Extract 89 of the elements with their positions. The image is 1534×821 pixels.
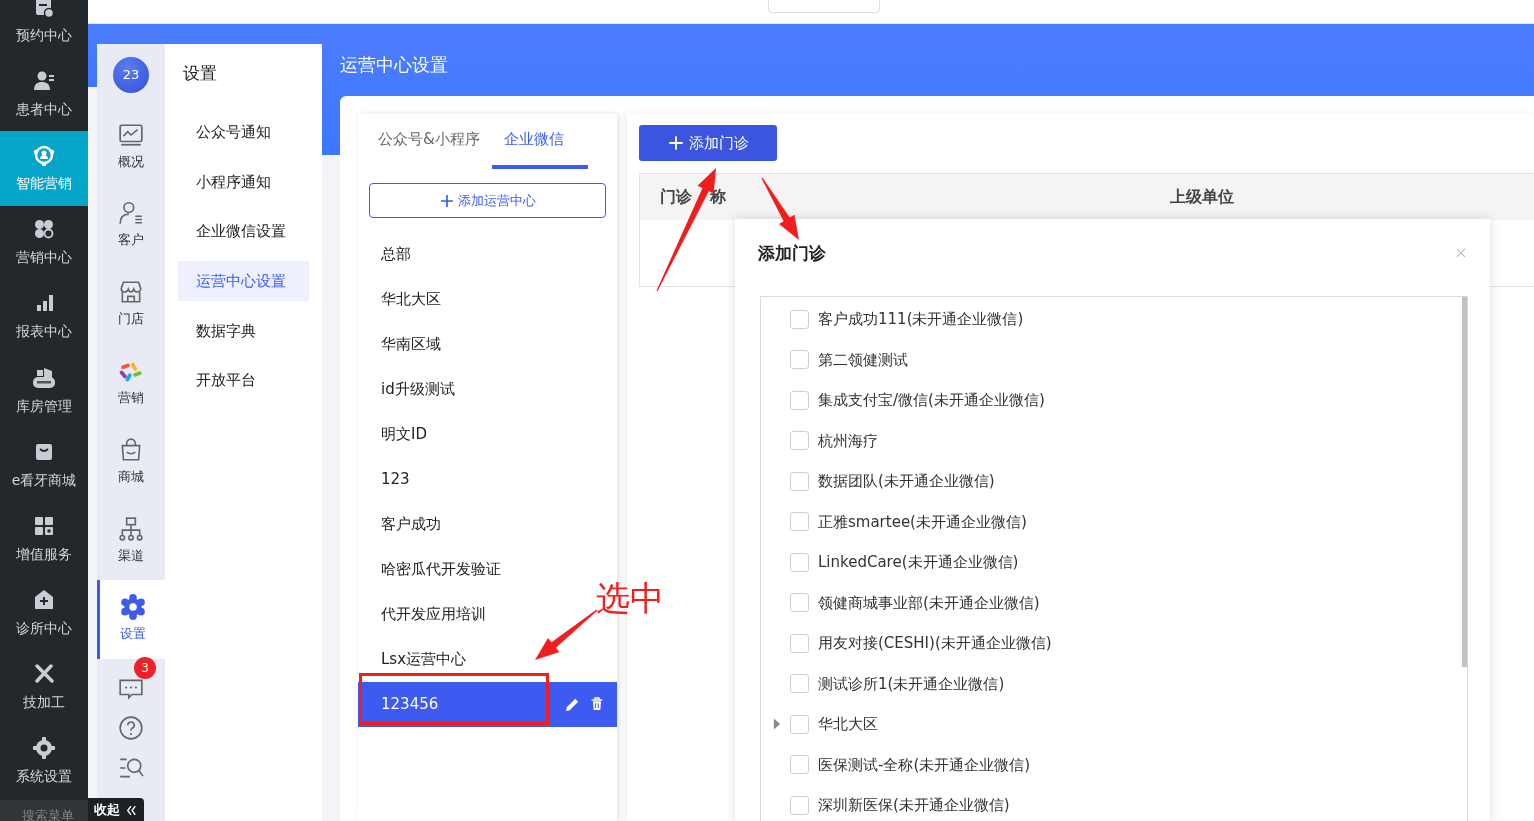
list-item[interactable]: 明文ID [358, 419, 617, 450]
list-item[interactable]: 123 [358, 464, 617, 495]
menu-title: 设置 [182, 62, 218, 85]
tab[interactable]: 企业微信 [491, 114, 588, 169]
checkbox[interactable] [790, 309, 809, 329]
expand-arrow-icon[interactable] [771, 718, 781, 731]
checkbox[interactable] [790, 755, 809, 775]
nav-item[interactable]: 库房管理 [0, 353, 88, 429]
plus-icon [439, 192, 455, 209]
checkbox-label: 医保测试-全称(未开通企业微信) [818, 754, 1031, 776]
sidebar-item[interactable]: 设置 [97, 579, 165, 659]
list-item[interactable]: 客户成功 [358, 509, 617, 540]
tab[interactable]: 公众号&小程序 [378, 114, 492, 169]
checkbox-label: 测试诊所1(未开通企业微信) [818, 673, 1005, 695]
collapse-button[interactable]: 收起 [88, 798, 144, 821]
checkbox-label: LinkedCare(未开通企业微信) [818, 552, 1019, 573]
plus-icon [667, 134, 685, 152]
column-header: 称 [709, 186, 726, 208]
gear-icon [119, 594, 146, 621]
nav-item[interactable]: 技加工 [0, 650, 88, 725]
dialog-title: 添加门诊 [758, 242, 826, 265]
menu-item[interactable]: 运营中心设置 [178, 261, 309, 302]
search-field[interactable]: 搜索菜单 [0, 800, 88, 821]
checkbox[interactable] [790, 674, 809, 694]
checkbox[interactable] [790, 512, 809, 532]
checkbox-label: 第二领健测试 [818, 349, 908, 371]
list-item[interactable]: 华南区域 [358, 329, 617, 360]
help-icon[interactable] [118, 714, 144, 741]
list-item[interactable]: 总部 [358, 239, 617, 270]
annotation-arrow [535, 609, 598, 660]
sidebar-item[interactable]: 营销 [97, 343, 165, 423]
checkbox-label: 集成支付宝/微信(未开通企业微信) [818, 390, 1045, 411]
nav-item[interactable]: 报表中心 [0, 279, 88, 354]
edit-icon[interactable] [564, 696, 581, 713]
sidebar-item[interactable]: 渠道 [97, 501, 165, 580]
annotation-text: 选中 [596, 578, 664, 619]
nav-item[interactable]: 预约中心 [0, 0, 88, 58]
nav-item[interactable]: e看牙商城 [0, 428, 88, 503]
list-item[interactable]: 华北大区 [358, 284, 617, 315]
nav-item[interactable]: 诊所中心 [0, 576, 88, 651]
checkbox[interactable] [790, 795, 809, 815]
menu-item[interactable]: 企业微信设置 [178, 211, 309, 252]
menu-item[interactable]: 数据字典 [178, 310, 309, 351]
add-clinic-button[interactable]: 添加门诊 [639, 125, 777, 161]
checkbox-label: 深圳新医保(未开通企业微信) [818, 795, 1010, 816]
checkbox-label: 杭州海疗 [818, 430, 878, 452]
sidebar-item[interactable]: 门店 [97, 264, 165, 344]
nav-item[interactable]: 系统设置 [0, 724, 88, 800]
scrollbar[interactable] [1462, 297, 1467, 667]
nav-item[interactable]: 增值服务 [0, 502, 88, 577]
checkbox[interactable] [790, 471, 809, 491]
menu-item[interactable]: 开放平台 [178, 360, 309, 401]
checkbox[interactable] [790, 633, 809, 653]
trash-icon[interactable] [589, 696, 605, 712]
monitor-icon [118, 121, 144, 148]
store-icon [118, 279, 144, 306]
checkbox-label: 用友对接(CESHI)(未开通企业微信) [818, 633, 1052, 654]
column-header: 上级单位 [1170, 186, 1234, 208]
list-item[interactable]: id升级测试 [358, 374, 617, 405]
checkbox[interactable] [790, 350, 809, 370]
sidebar-item[interactable]: 概况 [97, 107, 165, 186]
checkbox[interactable] [790, 593, 809, 613]
avatar[interactable]: 23 [113, 57, 149, 93]
page-title: 运营中心设置 [339, 53, 449, 77]
checkbox-label: 正雅smartee(未开通企业微信) [818, 511, 1027, 533]
add-center-button[interactable]: 添加运营中心 [369, 183, 606, 218]
gear-icon [32, 736, 56, 761]
list-item[interactable]: 123456 [358, 682, 617, 727]
nav-item[interactable]: 营销中心 [0, 205, 88, 280]
checkbox[interactable] [790, 431, 809, 451]
list-item[interactable]: Lsx运营中心 [358, 644, 617, 675]
menu-item[interactable]: 公众号通知 [178, 112, 309, 153]
double-chevron-icon [124, 804, 138, 818]
menu-item[interactable]: 小程序通知 [178, 162, 309, 203]
sidebar-item[interactable]: 商城 [97, 422, 165, 501]
annotation-arrow [761, 177, 799, 240]
checkbox[interactable] [790, 714, 809, 734]
checkbox[interactable] [790, 390, 809, 410]
column-header: 门诊 [660, 186, 692, 208]
person-list-icon [118, 200, 144, 227]
checkbox-label: 领健商城事业部(未开通企业微信) [818, 592, 1040, 614]
checkbox-label: 华北大区 [818, 714, 878, 735]
checkbox[interactable] [790, 552, 809, 572]
nav-item[interactable]: 患者中心 [0, 57, 88, 132]
warehouse-icon [32, 365, 56, 390]
sidebar-item[interactable]: 客户 [97, 185, 165, 265]
checkbox-label: 数据团队(未开通企业微信) [818, 471, 995, 492]
checkbox-label: 客户成功111(未开通企业微信) [818, 309, 1024, 330]
hierarchy-icon [118, 515, 144, 542]
